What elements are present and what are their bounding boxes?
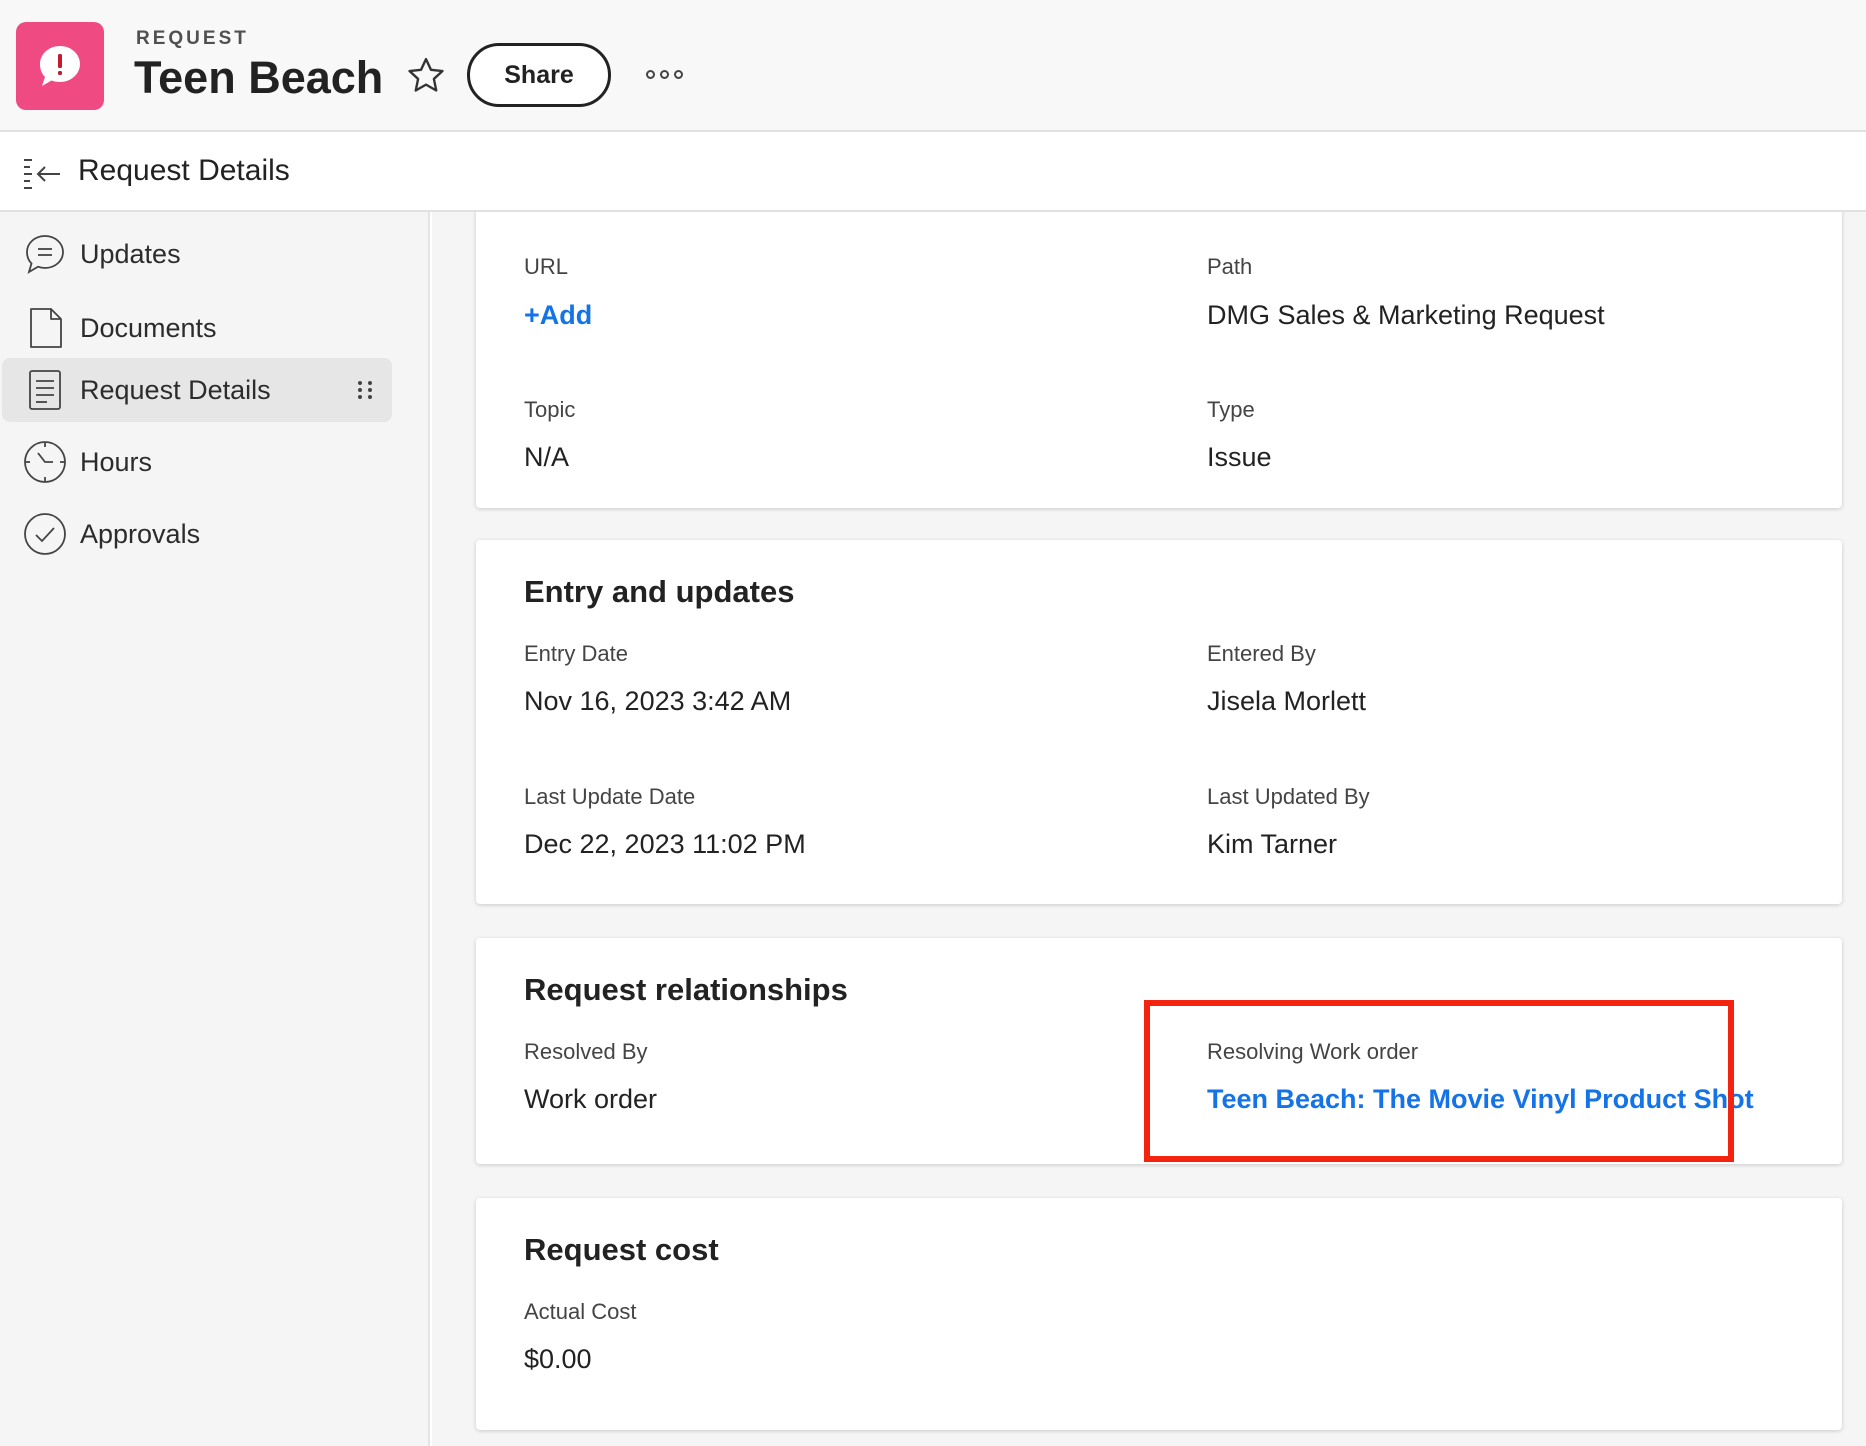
actual-cost-label: Actual Cost [524,1299,637,1324]
comment-icon [22,231,68,277]
resolved-by-value: Work order [524,1084,658,1114]
sidebar-item-approvals[interactable]: Approvals [2,502,392,566]
last-updated-by-label: Last Updated By [1207,784,1370,809]
sidebar-item-request-details[interactable]: Request Details [2,358,392,422]
sidebar-item-label: Request Details [80,374,271,405]
sidebar-item-label: Hours [80,446,153,477]
left-nav: Updates Documents Request Details Hours … [0,212,430,1446]
path-label: Path [1207,254,1253,279]
type-label: Type [1207,397,1255,422]
request-relationships-card: Request relationships Resolved By Work o… [476,938,1842,1164]
path-value: DMG Sales & Marketing Request [1207,300,1605,330]
request-cost-card: Request cost Actual Cost $0.00 [476,1198,1842,1430]
details-icon [22,367,68,413]
sidebar-item-label: Updates [80,238,181,269]
page-title: Teen Beach [134,52,384,103]
collapse-panel-icon[interactable] [20,154,64,194]
entry-updates-card: Entry and updates Entry Date Nov 16, 202… [476,540,1842,904]
last-update-date-label: Last Update Date [524,784,696,809]
overview-card: URL +Add Path DMG Sales & Marketing Requ… [476,212,1842,508]
sidebar-item-label: Documents [80,312,217,343]
actual-cost-value: $0.00 [524,1344,592,1374]
last-updated-by-value: Kim Tarner [1207,829,1338,859]
entered-by-label: Entered By [1207,641,1316,666]
check-circle-icon [22,511,68,557]
object-type-label: REQUEST [136,28,249,49]
sidebar-item-label: Approvals [80,518,201,549]
favorite-button[interactable] [402,52,450,100]
entry-date-label: Entry Date [524,641,628,666]
entry-date-value: Nov 16, 2023 3:42 AM [524,686,792,716]
section-header: Request Details [0,134,1866,212]
more-options-icon[interactable] [636,56,692,92]
add-url-link[interactable]: +Add [524,300,592,331]
topic-label: Topic [524,397,576,422]
drag-handle-icon[interactable] [358,375,374,405]
sidebar-item-updates[interactable]: Updates [2,222,392,286]
entered-by-value: Jisela Morlett [1207,686,1367,716]
card-title: Entry and updates [524,574,795,609]
share-button[interactable]: Share [467,43,611,107]
document-icon [22,305,68,351]
type-value: Issue [1207,442,1272,472]
card-title: Request cost [524,1232,719,1267]
section-title: Request Details [78,154,290,187]
card-title: Request relationships [524,972,848,1007]
resolved-by-label: Resolved By [524,1039,648,1064]
star-icon [408,57,444,92]
annotation-highlight-box [1144,1000,1734,1162]
main-content: URL +Add Path DMG Sales & Marketing Requ… [432,212,1866,1446]
sidebar-item-hours[interactable]: Hours [2,430,392,494]
last-update-date-value: Dec 22, 2023 11:02 PM [524,829,806,859]
clock-icon [22,439,68,485]
request-issue-icon [16,22,104,110]
url-label: URL [524,254,569,279]
topic-value: N/A [524,442,570,472]
sidebar-item-documents[interactable]: Documents [2,296,392,360]
app-header: REQUEST Teen Beach Share [0,0,1866,132]
